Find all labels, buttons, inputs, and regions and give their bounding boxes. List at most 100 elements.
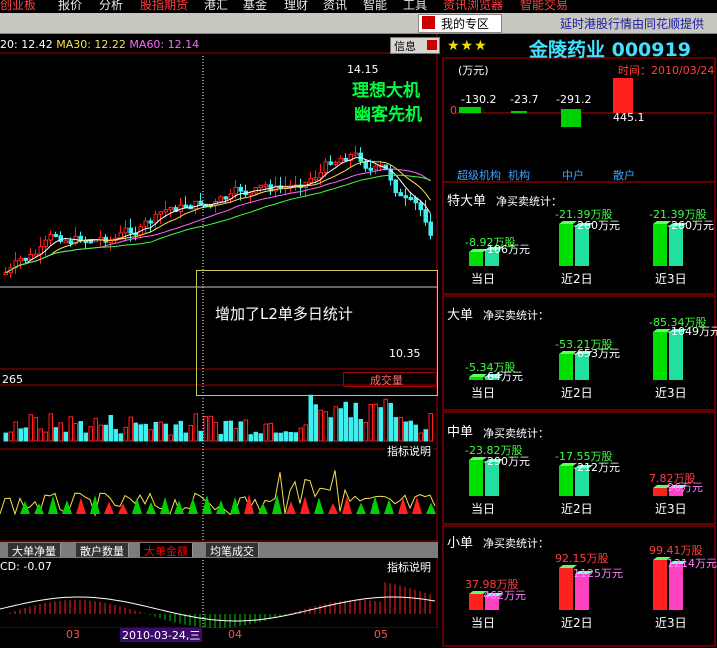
volume-indicator-label[interactable]: 成交量 bbox=[343, 372, 437, 387]
ma30-value: MA30: 12.22 bbox=[56, 38, 126, 51]
volume-bar bbox=[213, 421, 218, 442]
provider-link[interactable]: 延时港股行情由同花顺提供 bbox=[560, 15, 704, 32]
zero-label: 0 bbox=[450, 104, 457, 117]
volume-bar bbox=[198, 430, 203, 442]
section-day-label: 当日 bbox=[471, 616, 496, 630]
flow-cat-mid: 中户 bbox=[562, 169, 584, 182]
section-bar-shares bbox=[653, 560, 667, 610]
candle-body bbox=[233, 186, 238, 195]
volume-bar bbox=[418, 432, 423, 442]
section-bar-shares bbox=[469, 460, 483, 496]
indicator-spike bbox=[370, 495, 380, 514]
candle-body bbox=[218, 196, 223, 203]
candle-body bbox=[53, 234, 58, 238]
time-label: 时间：2010/03/24 bbox=[618, 64, 715, 77]
candle-body bbox=[88, 240, 93, 244]
volume-bar bbox=[193, 413, 198, 442]
candle-body bbox=[258, 184, 263, 189]
volume-bar bbox=[393, 417, 398, 442]
menu-item-smart[interactable]: 智能 bbox=[363, 0, 387, 13]
candle-body bbox=[313, 177, 318, 181]
indicator-spike bbox=[216, 500, 226, 514]
volume-bar bbox=[323, 411, 328, 442]
menu-item-analysis[interactable]: 分析 bbox=[99, 0, 123, 13]
flow-cat-super: 超级机构 bbox=[457, 169, 501, 182]
candle-body bbox=[423, 209, 428, 223]
flow-value-super: -130.2 bbox=[461, 93, 497, 106]
macd-value: CD: -0.07 bbox=[0, 560, 52, 573]
menu-item-tools[interactable]: 工具 bbox=[403, 0, 427, 13]
indicator-explain-2[interactable]: 指标说明 bbox=[385, 559, 433, 575]
arrow-right-icon bbox=[427, 40, 437, 50]
section-bar-shares bbox=[469, 594, 483, 610]
section-amount-value: 96万元 bbox=[667, 481, 703, 494]
stock-title: 金陵药业 000919 bbox=[529, 39, 691, 61]
candle-body bbox=[63, 240, 68, 244]
volume-bar bbox=[63, 431, 68, 442]
volume-bar bbox=[313, 404, 318, 442]
menu-item-hk[interactable]: 港汇 bbox=[204, 0, 228, 13]
section-amount-value: -212万元 bbox=[573, 461, 620, 474]
candle-body bbox=[123, 227, 128, 234]
menu-item-browser[interactable]: 资讯浏览器 bbox=[443, 0, 503, 13]
indicator-spike bbox=[314, 497, 324, 514]
candle-body bbox=[428, 221, 433, 236]
ma20-value: 20: 12.42 bbox=[0, 38, 53, 51]
candle-body bbox=[183, 204, 188, 208]
candle-body bbox=[143, 220, 148, 228]
tab-big-net[interactable]: 大单净量 bbox=[8, 543, 61, 558]
section-day-label: 近3日 bbox=[655, 502, 687, 516]
menu-item-quote[interactable]: 报价 bbox=[58, 0, 82, 13]
volume-bar bbox=[203, 415, 208, 442]
cursor-date-text: 2010-03-24,三 bbox=[122, 629, 201, 642]
indicator-spike bbox=[188, 498, 198, 514]
candle-body bbox=[308, 178, 313, 183]
menu-item-finance[interactable]: 理财 bbox=[284, 0, 308, 13]
section-day-label: 近2日 bbox=[561, 616, 593, 630]
section-amount-value: -106万元 bbox=[483, 243, 530, 256]
section-amount-value: -1049万元 bbox=[667, 325, 717, 338]
candle-body bbox=[18, 257, 23, 262]
menu-bar: 创业板 报价 分析 股指期货 港汇 基金 理财 资讯 智能 工具 资讯浏览器 智… bbox=[0, 0, 717, 13]
volume-bar bbox=[3, 432, 8, 442]
volume-bar bbox=[48, 413, 53, 442]
volume-bar bbox=[68, 416, 73, 442]
section-amount-value: -260万元 bbox=[573, 219, 620, 232]
info-button[interactable]: 信息 bbox=[390, 37, 440, 54]
section-bar-shares bbox=[653, 224, 667, 266]
menu-item-chuangyeban[interactable]: 创业板 bbox=[0, 0, 36, 13]
date-label-04: 04 bbox=[228, 628, 242, 641]
candle-body bbox=[23, 257, 28, 261]
section-amount-value: -290万元 bbox=[483, 455, 530, 468]
volume-bar bbox=[333, 406, 338, 442]
volume-bar bbox=[408, 420, 413, 442]
volume-bar bbox=[243, 419, 248, 442]
candle-body bbox=[403, 195, 408, 199]
section-day-label: 近2日 bbox=[561, 272, 593, 286]
volume-bar bbox=[283, 431, 288, 442]
volume-bar bbox=[23, 427, 28, 442]
tab-avg-trade[interactable]: 均笔成交 bbox=[206, 543, 259, 558]
section-bar-shares bbox=[469, 377, 483, 380]
my-zone-label: 我的专区 bbox=[441, 17, 490, 31]
menu-item-fund[interactable]: 基金 bbox=[243, 0, 267, 13]
tab-big-amount[interactable]: 大单金额 bbox=[140, 543, 193, 558]
watermark-line1: 理想大机 bbox=[352, 81, 420, 101]
date-label-05: 05 bbox=[374, 628, 388, 641]
my-zone-button[interactable]: 我的专区 bbox=[418, 14, 502, 33]
menu-item-futures[interactable]: 股指期货 bbox=[140, 0, 188, 13]
volume-bar bbox=[403, 421, 408, 442]
menu-item-news[interactable]: 资讯 bbox=[323, 0, 347, 13]
rating-stars: ★★★ bbox=[447, 38, 488, 54]
section-day-label: 近2日 bbox=[561, 502, 593, 516]
volume-bar bbox=[413, 424, 418, 442]
tab-retail-count[interactable]: 散户数量 bbox=[76, 543, 129, 558]
volume-bar bbox=[368, 404, 373, 442]
indicator-explain-1[interactable]: 指标说明 bbox=[385, 443, 433, 459]
volume-bar bbox=[228, 420, 233, 442]
volume-bar bbox=[338, 408, 343, 442]
section-day-label: 近3日 bbox=[655, 272, 687, 286]
indicator-spike bbox=[300, 496, 310, 514]
menu-item-smart-trade[interactable]: 智能交易 bbox=[520, 0, 568, 13]
indicator-spike bbox=[342, 496, 352, 514]
